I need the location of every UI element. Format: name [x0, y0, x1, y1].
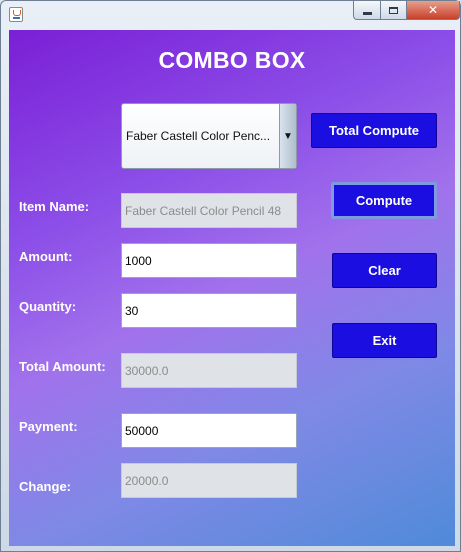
payment-field[interactable]	[121, 413, 297, 448]
item-combo-box[interactable]: Faber Castell Color Penc... ▼	[121, 103, 297, 169]
minimize-button[interactable]	[353, 1, 381, 20]
quantity-label: Quantity:	[19, 299, 77, 314]
content-panel: COMBO BOX Faber Castell Color Penc... ▼ …	[9, 30, 455, 546]
quantity-field[interactable]	[121, 293, 297, 328]
total-amount-label: Total Amount:	[19, 359, 106, 374]
exit-button[interactable]: Exit	[332, 323, 437, 358]
change-label: Change:	[19, 479, 71, 494]
amount-field[interactable]	[121, 243, 297, 278]
combo-selected-value: Faber Castell Color Penc...	[126, 129, 271, 143]
compute-button[interactable]: Compute	[331, 182, 437, 219]
clear-button[interactable]: Clear	[332, 253, 437, 288]
total-compute-button[interactable]: Total Compute	[311, 113, 437, 148]
minimize-icon	[362, 11, 372, 15]
total-amount-field[interactable]	[121, 353, 297, 388]
close-button[interactable]: ✕	[406, 1, 460, 20]
change-field[interactable]	[121, 463, 297, 498]
app-window: ✕ COMBO BOX Faber Castell Color Penc... …	[0, 0, 461, 552]
page-title: COMBO BOX	[158, 47, 306, 73]
item-name-label: Item Name:	[19, 199, 90, 214]
close-icon: ✕	[427, 3, 439, 17]
dropdown-arrow-icon[interactable]: ▼	[279, 104, 296, 168]
payment-label: Payment:	[19, 419, 78, 434]
maximize-button[interactable]	[380, 1, 407, 20]
maximize-icon	[389, 6, 398, 14]
item-name-field[interactable]	[121, 193, 297, 228]
java-app-icon[interactable]	[9, 7, 23, 22]
amount-label: Amount:	[19, 249, 73, 264]
title-bar[interactable]: ✕	[1, 1, 460, 29]
